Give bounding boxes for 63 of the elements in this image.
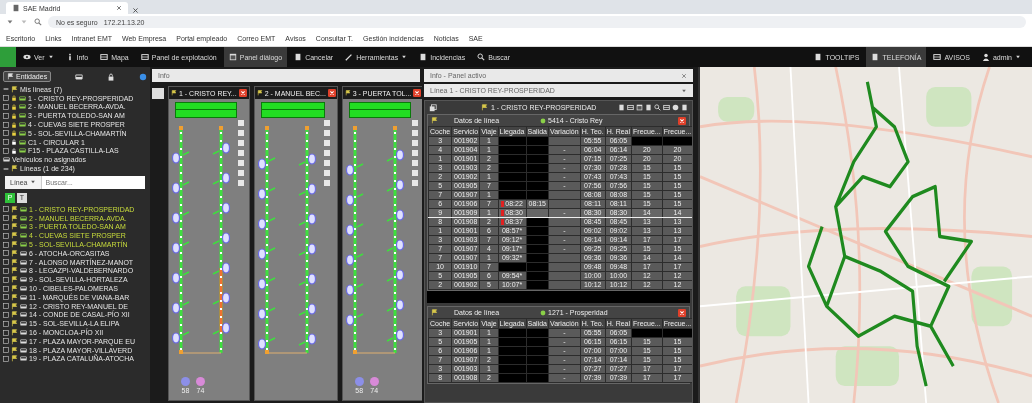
flag-icon xyxy=(481,104,488,111)
close-icon xyxy=(681,72,687,79)
map-drawing[interactable] xyxy=(700,67,1032,403)
document-icon xyxy=(294,53,303,61)
close-icon xyxy=(238,89,247,97)
checkbox-icon xyxy=(3,112,9,119)
document-icon xyxy=(871,53,880,61)
checkbox-icon xyxy=(3,232,9,239)
checkbox-icon xyxy=(3,241,9,248)
document-icon xyxy=(814,53,823,61)
bus-icon xyxy=(3,156,10,164)
user-icon xyxy=(981,53,990,61)
flag-icon xyxy=(171,90,177,96)
circle-icon xyxy=(672,104,679,111)
logo-icon xyxy=(0,47,16,67)
window-icon xyxy=(228,53,237,61)
checkbox-icon xyxy=(3,285,9,292)
caret-icon xyxy=(29,179,36,186)
flag-icon xyxy=(7,73,14,80)
flag-icon xyxy=(431,309,438,316)
document-icon xyxy=(645,104,652,111)
checkbox-icon xyxy=(3,95,9,102)
status-bar xyxy=(175,102,237,118)
checkbox-icon xyxy=(3,329,9,336)
close-icon xyxy=(678,308,686,317)
reload-icon xyxy=(34,18,42,26)
back-icon xyxy=(6,18,14,26)
checkbox-icon xyxy=(3,121,9,128)
close-icon xyxy=(413,89,422,97)
document-icon xyxy=(681,104,688,111)
document-icon xyxy=(618,104,625,111)
checkbox-icon xyxy=(3,130,9,137)
flag-icon xyxy=(11,85,18,93)
flag-icon xyxy=(344,90,351,96)
checkbox-icon xyxy=(3,250,9,257)
flag-icon xyxy=(256,90,263,96)
close-icon xyxy=(116,5,122,11)
globe-icon xyxy=(139,72,147,81)
flag-icon xyxy=(11,165,18,173)
new-tab-icon xyxy=(132,7,139,14)
search-icon xyxy=(477,53,486,61)
eye-icon xyxy=(23,53,31,61)
checkbox-icon xyxy=(3,338,9,345)
forward-icon xyxy=(20,18,28,26)
caret-icon xyxy=(681,87,687,94)
lock-icon xyxy=(107,72,116,81)
checkbox-icon xyxy=(3,104,9,110)
bus-icon xyxy=(75,72,84,81)
flag-icon xyxy=(431,117,438,124)
status-bar xyxy=(348,102,412,118)
wrench-icon xyxy=(345,53,354,61)
copy-icon xyxy=(429,103,437,112)
close-icon xyxy=(678,116,686,125)
window-icon xyxy=(636,104,643,111)
status-bar xyxy=(260,102,325,118)
page-icon xyxy=(12,4,20,12)
search-icon xyxy=(654,104,661,111)
checkbox-icon xyxy=(3,276,9,283)
document-icon xyxy=(419,53,428,61)
checkbox-icon xyxy=(3,294,9,301)
close-icon xyxy=(327,89,336,97)
checkbox-icon xyxy=(3,206,9,213)
checkbox-icon xyxy=(3,320,9,327)
